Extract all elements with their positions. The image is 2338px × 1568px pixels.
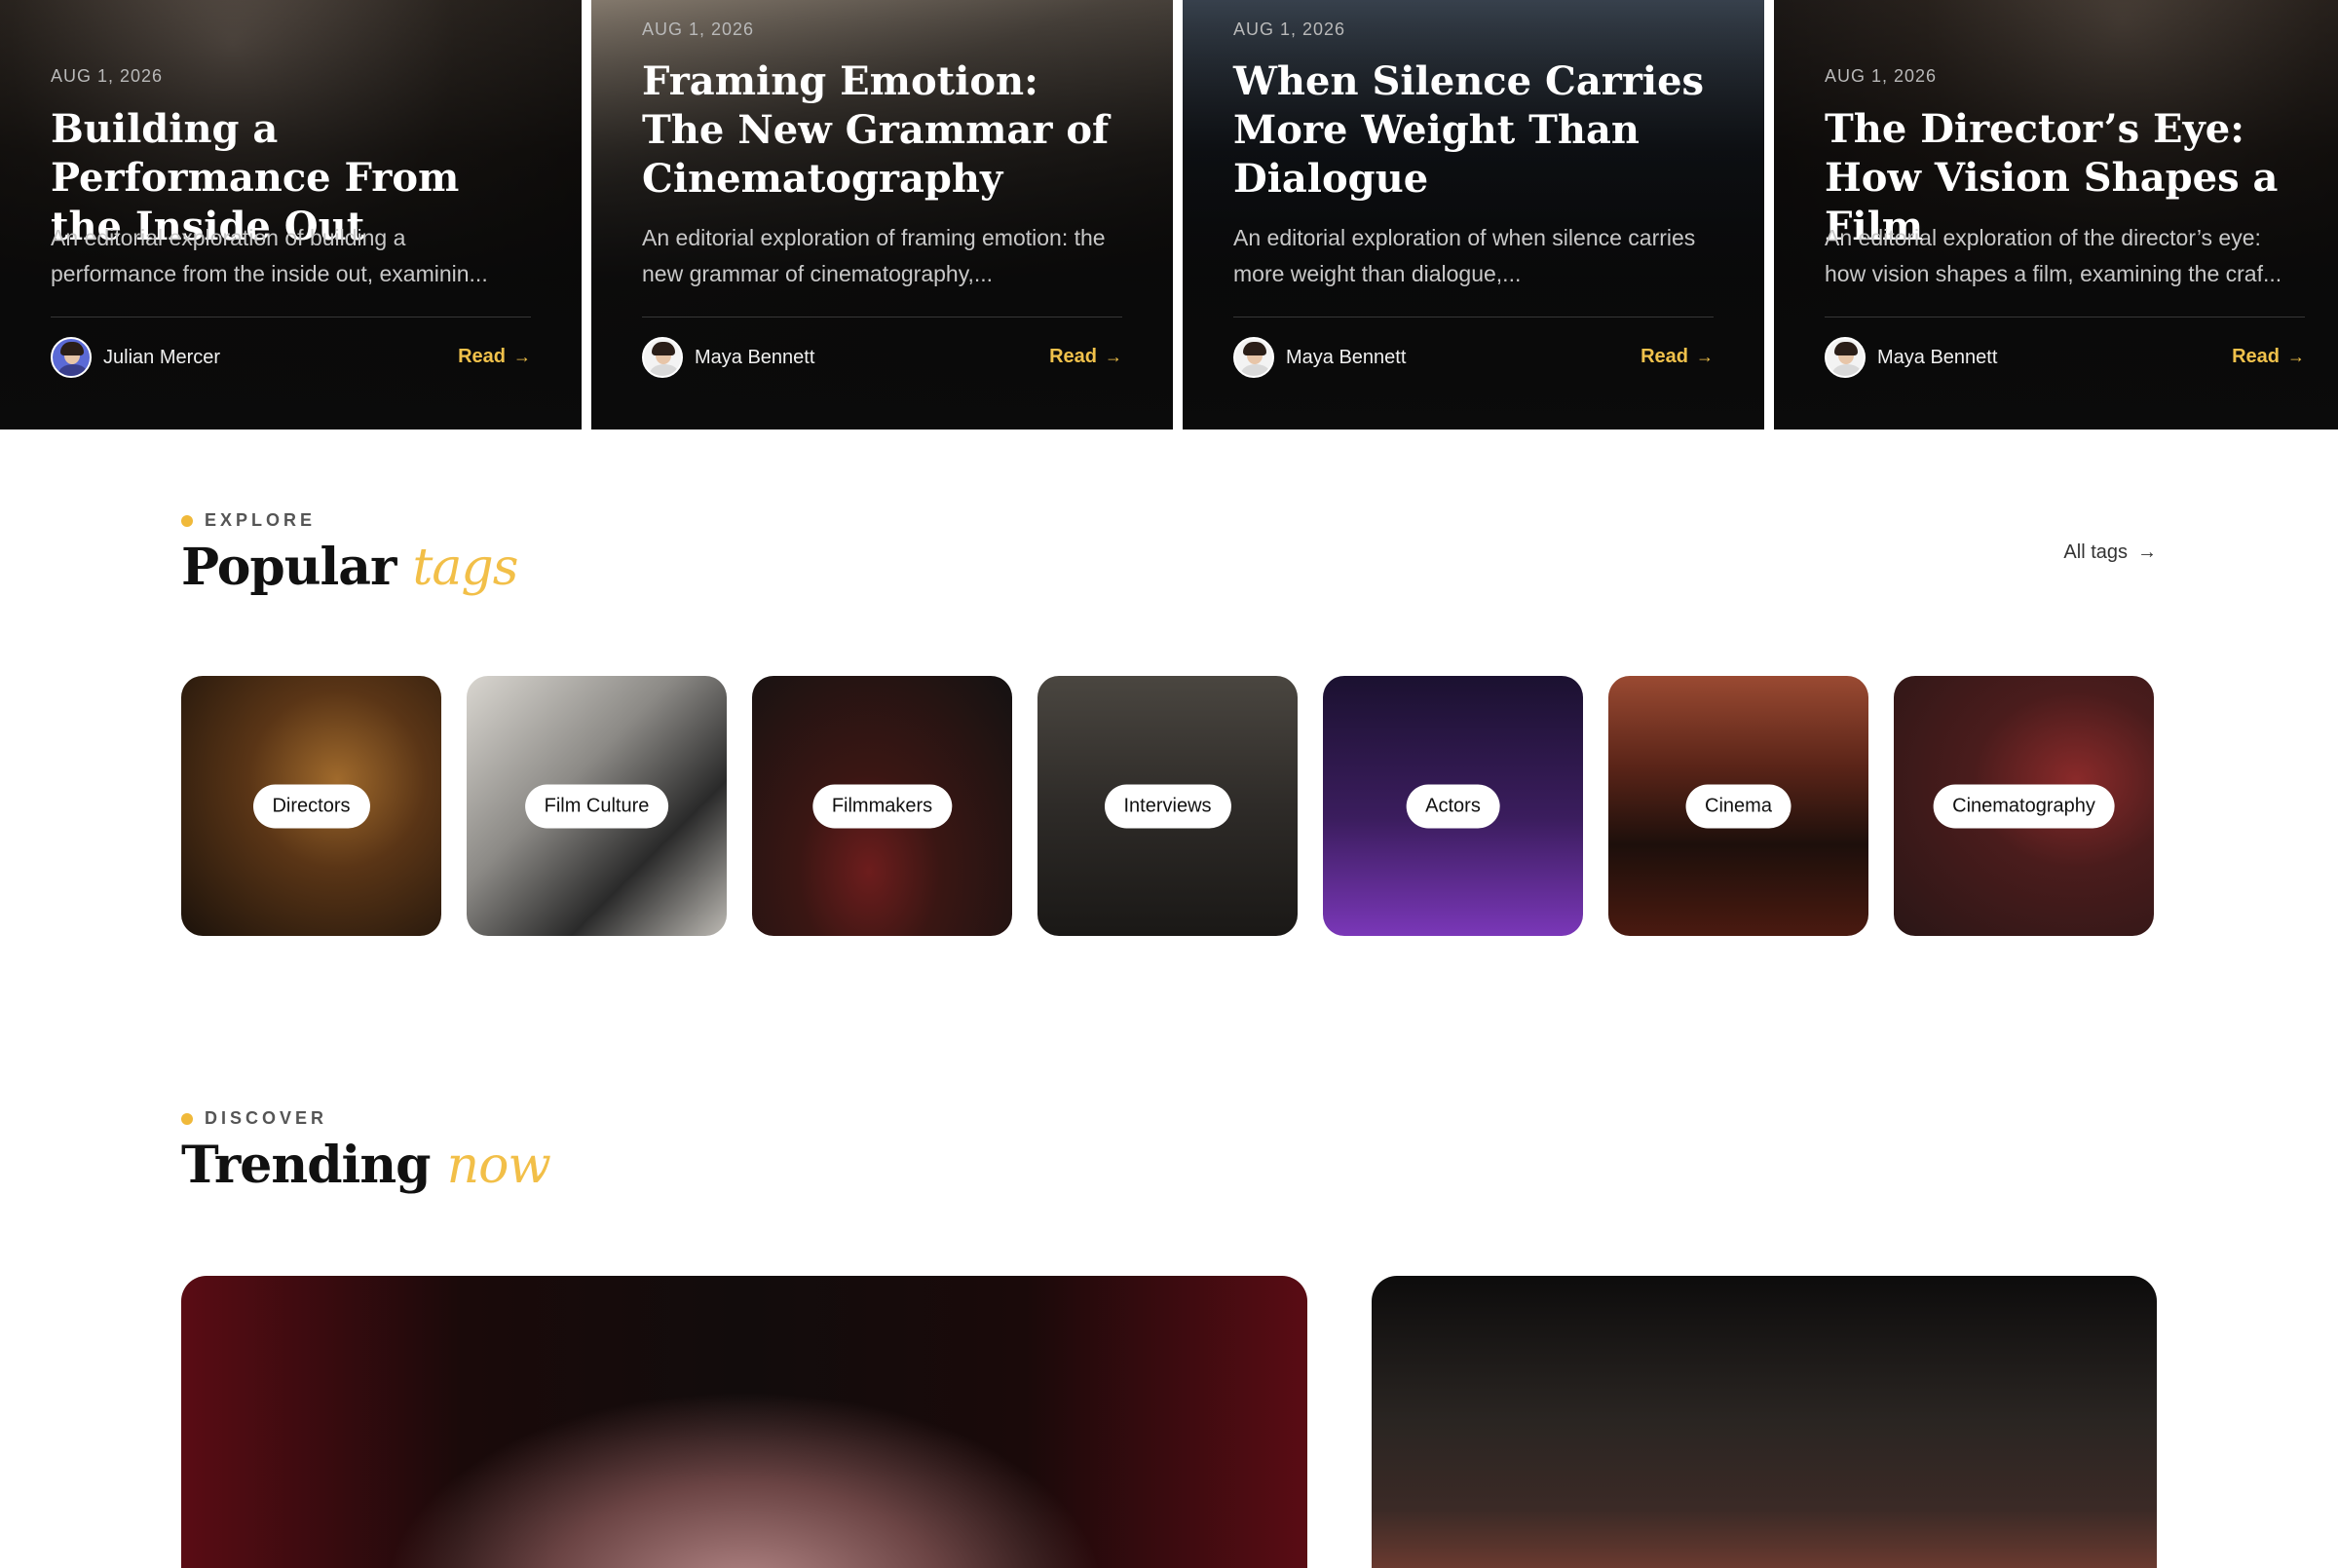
dot-icon (181, 1112, 193, 1125)
trending-card-small[interactable] (1372, 1276, 2157, 1568)
title-accent: tags (412, 539, 519, 597)
author-name: Maya Bennett (1877, 346, 1998, 368)
eyebrow-label: EXPLORE (205, 510, 317, 530)
dot-icon (181, 514, 193, 527)
eyebrow-label: DISCOVER (205, 1108, 328, 1128)
tag-label: Actors (1406, 784, 1500, 828)
trending-card-large[interactable] (181, 1276, 1307, 1568)
article-title[interactable]: When Silence Carries More Weight Than Di… (1233, 57, 1714, 204)
tag-label: Directors (252, 784, 370, 828)
arrow-right-icon: → (1696, 347, 1714, 366)
avatar (642, 337, 683, 378)
tag-label: Interviews (1104, 784, 1231, 828)
featured-card[interactable]: AUG 1, 2026 Framing Emotion: The New Gra… (591, 0, 1173, 429)
title-main: Trending (181, 1136, 431, 1195)
featured-card[interactable]: AUG 1, 2026 The Director’s Eye: How Visi… (1774, 0, 2338, 429)
all-tags-label: All tags (2063, 541, 2128, 563)
tag-label: Filmmakers (811, 784, 953, 828)
title-main: Popular (181, 538, 396, 597)
read-label: Read (1640, 346, 1688, 367)
author: Julian Mercer (51, 337, 220, 378)
tag-card-film-culture[interactable]: Film Culture (467, 676, 727, 936)
explore-eyebrow: EXPLORE (181, 510, 316, 531)
featured-articles: AUG 1, 2026 Building a Performance From … (0, 0, 2338, 429)
article-excerpt: An editorial exploration of building a p… (51, 225, 488, 286)
featured-card[interactable]: AUG 1, 2026 Building a Performance From … (0, 0, 582, 429)
avatar (51, 337, 92, 378)
author: Maya Bennett (642, 337, 814, 378)
avatar (1233, 337, 1274, 378)
arrow-right-icon: → (1105, 347, 1122, 366)
tag-card-cinema[interactable]: Cinema (1608, 676, 1868, 936)
tags-grid: Directors Film Culture Filmmakers Interv… (181, 676, 2157, 936)
tag-label: Cinema (1685, 784, 1791, 828)
discover-eyebrow: DISCOVER (181, 1108, 327, 1129)
title-accent: now (446, 1137, 551, 1195)
arrow-right-icon: → (2137, 541, 2157, 563)
arrow-right-icon: → (2287, 347, 2305, 366)
read-link[interactable]: Read → (2232, 346, 2305, 368)
read-label: Read (2232, 346, 2280, 367)
tag-card-actors[interactable]: Actors (1323, 676, 1583, 936)
tag-label: Film Culture (524, 784, 669, 828)
article-date: AUG 1, 2026 (1825, 66, 1938, 86)
tag-card-cinematography[interactable]: Cinematography (1894, 676, 2154, 936)
read-link[interactable]: Read → (458, 346, 531, 368)
article-excerpt: An editorial exploration of when silence… (1233, 225, 1696, 286)
tag-label: Cinematography (1933, 784, 2115, 828)
arrow-right-icon: → (513, 347, 531, 366)
read-link[interactable]: Read → (1640, 346, 1714, 368)
tag-card-interviews[interactable]: Interviews (1037, 676, 1298, 936)
author-name: Maya Bennett (695, 346, 815, 368)
article-excerpt: An editorial exploration of the director… (1825, 225, 2282, 286)
article-excerpt: An editorial exploration of framing emot… (642, 225, 1106, 286)
section-title-popular-tags: Popular tags (181, 538, 519, 597)
article-date: AUG 1, 2026 (51, 66, 164, 86)
article-date: AUG 1, 2026 (1233, 19, 1346, 39)
read-label: Read (458, 346, 506, 367)
read-label: Read (1049, 346, 1097, 367)
article-title[interactable]: Framing Emotion: The New Grammar of Cine… (642, 57, 1122, 204)
article-date: AUG 1, 2026 (642, 19, 755, 39)
author: Maya Bennett (1233, 337, 1406, 378)
all-tags-link[interactable]: All tags → (2063, 541, 2157, 564)
featured-card[interactable]: AUG 1, 2026 When Silence Carries More We… (1183, 0, 1764, 429)
avatar (1825, 337, 1866, 378)
author-name: Julian Mercer (103, 346, 221, 368)
read-link[interactable]: Read → (1049, 346, 1122, 368)
tag-card-filmmakers[interactable]: Filmmakers (752, 676, 1012, 936)
tag-card-directors[interactable]: Directors (181, 676, 441, 936)
author-name: Maya Bennett (1286, 346, 1407, 368)
section-title-trending: Trending now (181, 1136, 551, 1195)
author: Maya Bennett (1825, 337, 1997, 378)
